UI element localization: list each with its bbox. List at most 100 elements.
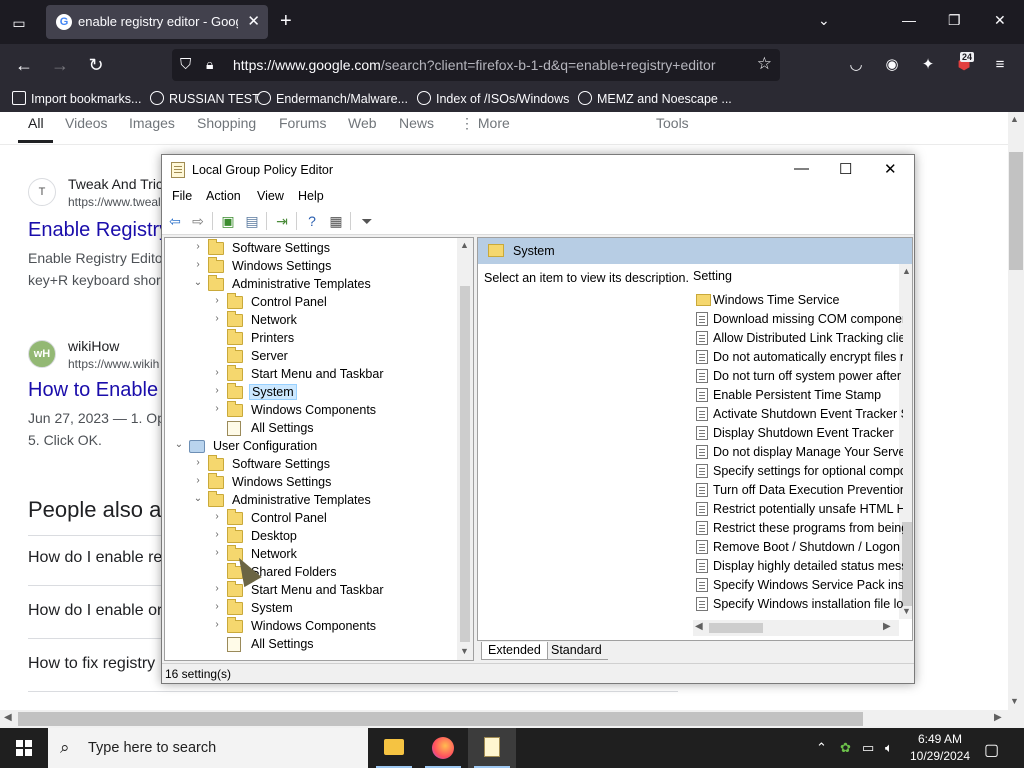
scroll-left-icon[interactable]: ◀ bbox=[4, 712, 12, 723]
minimize-icon[interactable]: — bbox=[794, 160, 809, 177]
setting-row[interactable]: Windows Time Service bbox=[693, 291, 903, 310]
shield-icon[interactable]: ⛉ bbox=[180, 56, 191, 73]
tab-web[interactable]: Web bbox=[348, 115, 377, 131]
network-icon[interactable]: ▭ bbox=[862, 740, 874, 756]
chevron-right-icon[interactable]: › bbox=[211, 295, 223, 306]
url-text[interactable]: https://www.google.com/search?client=fir… bbox=[233, 57, 716, 73]
setting-row[interactable]: Do not automatically encrypt files moved bbox=[693, 348, 903, 367]
scroll-up-icon[interactable]: ▲ bbox=[902, 266, 911, 276]
setting-row[interactable]: Activate Shutdown Event Tracker System bbox=[693, 405, 903, 424]
back-icon[interactable]: ← bbox=[12, 54, 36, 76]
tab-extended[interactable]: Extended bbox=[481, 642, 548, 660]
setting-row[interactable]: Specify Windows Service Pack installatio… bbox=[693, 576, 903, 595]
app-tray-icon[interactable]: ✿ bbox=[840, 740, 851, 756]
tab-videos[interactable]: Videos bbox=[65, 115, 108, 131]
scroll-right-icon[interactable]: ▶ bbox=[883, 621, 891, 632]
tree-vertical-scrollbar[interactable]: ▲ ▼ bbox=[457, 238, 473, 660]
show-hide-tree-icon[interactable]: ▤ bbox=[243, 212, 261, 230]
tab-shopping[interactable]: Shopping bbox=[197, 115, 256, 131]
result-title[interactable]: How to Enable bbox=[28, 379, 158, 402]
result-title[interactable]: Enable Registry bbox=[28, 219, 169, 242]
scroll-left-icon[interactable]: ◀ bbox=[695, 621, 703, 632]
list-all-tabs-icon[interactable]: ⌄ bbox=[818, 12, 830, 29]
scroll-up-icon[interactable]: ▲ bbox=[460, 240, 469, 250]
browser-tab-active[interactable]: G enable registry editor - Google Search… bbox=[46, 5, 268, 39]
url-bar[interactable]: ⛉ 🔒︎ https://www.google.com/search?clien… bbox=[172, 49, 780, 81]
scroll-right-icon[interactable]: ▶ bbox=[994, 712, 1002, 723]
gpedit-taskbar-button[interactable] bbox=[468, 728, 516, 768]
result-site-name[interactable]: wikiHow bbox=[68, 338, 119, 354]
scrollbar-thumb[interactable] bbox=[902, 522, 912, 606]
scroll-up-icon[interactable]: ▲ bbox=[1010, 114, 1019, 124]
setting-row[interactable]: Display Shutdown Event Tracker bbox=[693, 424, 903, 443]
volume-icon[interactable]: 🔈︎ bbox=[885, 740, 893, 756]
chevron-down-icon[interactable]: ⌄ bbox=[192, 277, 204, 288]
tab-list-icon[interactable]: ▭ bbox=[8, 12, 30, 34]
setting-row[interactable]: Do not turn off system power after bbox=[693, 367, 903, 386]
page-horizontal-scrollbar[interactable]: ◀ ▶ bbox=[0, 710, 1024, 728]
chevron-right-icon[interactable]: › bbox=[211, 619, 223, 630]
maximize-icon[interactable]: ☐ bbox=[839, 160, 852, 178]
setting-row[interactable]: Enable Persistent Time Stamp bbox=[693, 386, 903, 405]
forward-icon[interactable]: ⇨ bbox=[189, 212, 207, 230]
result-site-name[interactable]: Tweak And Tric bbox=[68, 176, 163, 192]
chevron-right-icon[interactable]: › bbox=[211, 313, 223, 324]
setting-column-header[interactable]: Setting bbox=[693, 269, 732, 283]
paa-question[interactable]: How to fix registry bbox=[28, 655, 155, 673]
filter-icon[interactable]: ⏷ bbox=[358, 212, 376, 230]
menu-file[interactable]: File bbox=[172, 189, 192, 203]
chevron-right-icon[interactable]: › bbox=[211, 367, 223, 378]
show-hidden-icons-icon[interactable]: ⌃ bbox=[816, 740, 827, 756]
back-icon[interactable]: ⇦ bbox=[166, 212, 184, 230]
tab-forums[interactable]: Forums bbox=[279, 115, 326, 131]
paa-question[interactable]: How do I enable or bbox=[28, 602, 162, 620]
setting-row[interactable]: Remove Boot / Shutdown / Logon bbox=[693, 538, 903, 557]
notifications-icon[interactable]: ▢ bbox=[984, 740, 999, 760]
pocket-icon[interactable]: ◡ bbox=[846, 55, 866, 75]
close-tab-icon[interactable]: ✕ bbox=[247, 12, 260, 30]
chevron-right-icon[interactable]: › bbox=[211, 511, 223, 522]
setting-row[interactable]: Do not display Manage Your Server bbox=[693, 443, 903, 462]
bookmark-isos[interactable]: Index of /ISOs/Windows bbox=[417, 91, 569, 106]
close-icon[interactable]: ✕ bbox=[884, 160, 897, 178]
chevron-right-icon[interactable]: › bbox=[192, 475, 204, 486]
chevron-right-icon[interactable]: › bbox=[211, 385, 223, 396]
setting-row[interactable]: Download missing COM components bbox=[693, 310, 903, 329]
tab-all[interactable]: All bbox=[28, 115, 44, 131]
reload-icon[interactable]: ↻ bbox=[84, 54, 108, 76]
clock[interactable]: 6:49 AM 10/29/2024 bbox=[908, 731, 972, 765]
chevron-right-icon[interactable]: › bbox=[211, 529, 223, 540]
settings-list[interactable]: Setting ▲ ▼ ◀ ▶ Windows Time Service Down… bbox=[683, 264, 912, 640]
scroll-down-icon[interactable]: ▼ bbox=[1010, 696, 1019, 706]
chevron-down-icon[interactable]: ⌄ bbox=[173, 439, 185, 450]
tab-images[interactable]: Images bbox=[129, 115, 175, 131]
setting-row[interactable]: Display highly detailed status messages bbox=[693, 557, 903, 576]
account-icon[interactable]: ◉ bbox=[882, 55, 902, 75]
chevron-right-icon[interactable]: › bbox=[211, 601, 223, 612]
bookmark-import[interactable]: Import bookmarks... bbox=[12, 91, 141, 106]
result-url[interactable]: https://www.wikih bbox=[68, 357, 159, 371]
scrollbar-thumb[interactable] bbox=[1009, 152, 1023, 270]
paa-question[interactable]: How do I enable re bbox=[28, 549, 162, 567]
setting-row[interactable]: Restrict potentially unsafe HTML Help bbox=[693, 500, 903, 519]
minimize-icon[interactable]: — bbox=[902, 12, 916, 28]
menu-view[interactable]: View bbox=[257, 189, 284, 203]
tab-standard[interactable]: Standard bbox=[545, 642, 608, 660]
setting-row[interactable]: Specify Windows installation file locati… bbox=[693, 595, 903, 614]
scrollbar-thumb[interactable] bbox=[18, 712, 863, 726]
setting-row[interactable]: Allow Distributed Link Tracking client bbox=[693, 329, 903, 348]
bookmark-endermanch[interactable]: Endermanch/Malware... bbox=[257, 91, 408, 106]
result-url[interactable]: https://www.tweal bbox=[68, 195, 161, 209]
tools-button[interactable]: Tools bbox=[656, 115, 689, 131]
bookmark-star-icon[interactable]: ☆ bbox=[757, 54, 772, 74]
lock-icon[interactable]: 🔒︎ bbox=[206, 56, 213, 73]
menu-action[interactable]: Action bbox=[206, 189, 241, 203]
list-horizontal-scrollbar[interactable]: ◀ ▶ bbox=[693, 620, 899, 636]
forward-icon[interactable]: → bbox=[48, 54, 72, 76]
tab-more[interactable]: ⋮ More bbox=[460, 115, 510, 132]
tab-news[interactable]: News bbox=[399, 115, 434, 131]
chevron-right-icon[interactable]: › bbox=[211, 583, 223, 594]
export-list-icon[interactable]: ⇥ bbox=[273, 212, 291, 230]
scrollbar-thumb[interactable] bbox=[460, 286, 470, 642]
restore-icon[interactable]: ❐ bbox=[948, 12, 961, 29]
